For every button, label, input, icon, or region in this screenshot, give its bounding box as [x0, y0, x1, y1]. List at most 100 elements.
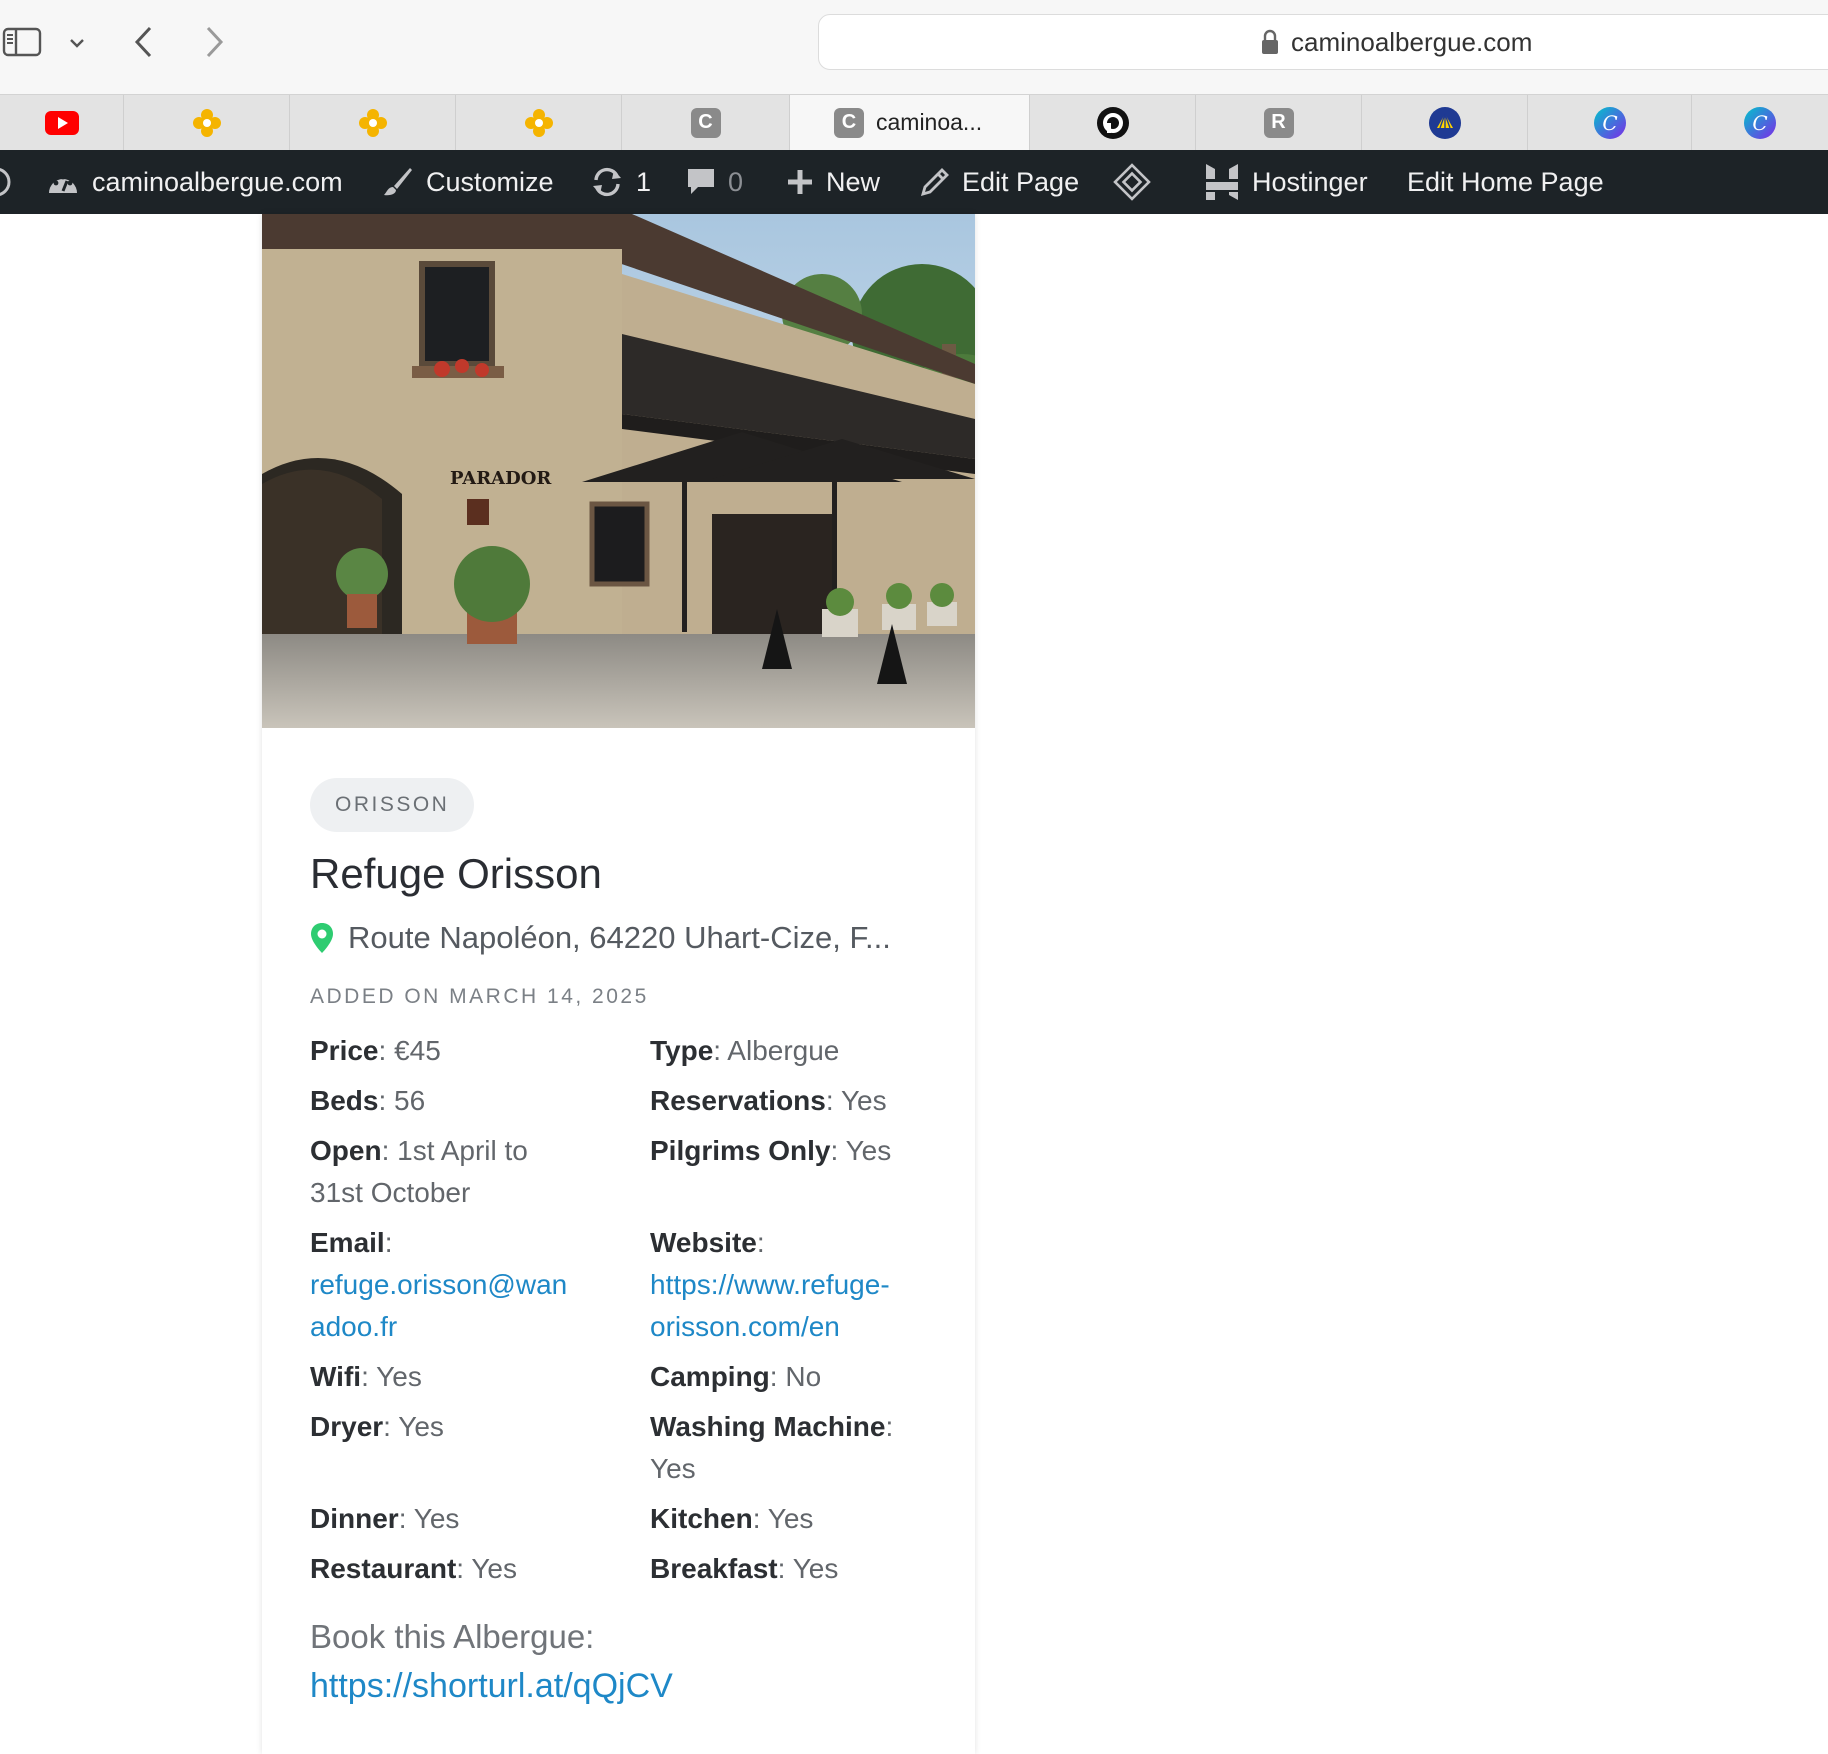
tab-flower-2[interactable]	[290, 95, 456, 150]
pilgrims-value: Yes	[845, 1135, 892, 1166]
address-row: Route Napoléon, 64220 Uhart-Cize, F...	[310, 920, 891, 956]
field-email: Email: refuge.orisson@wan adoo.fr	[310, 1227, 568, 1342]
edit-home-label: Edit Home Page	[1407, 166, 1604, 197]
tab-canva-1[interactable]: C	[1528, 95, 1692, 150]
restaurant-label: Restaurant	[310, 1553, 457, 1584]
edit-page-label: Edit Page	[962, 166, 1080, 197]
comments-count: 0	[728, 166, 744, 197]
tab-group-menu-button[interactable]	[62, 28, 92, 58]
updates-link[interactable]: 1	[590, 150, 651, 214]
website-label: Website	[650, 1227, 757, 1258]
forward-button[interactable]	[196, 20, 232, 64]
field-breakfast: Breakfast: Yes	[650, 1553, 839, 1584]
tab-flower-1[interactable]	[124, 95, 290, 150]
pilgrims-label: Pilgrims Only	[650, 1135, 831, 1166]
tab-scallop[interactable]	[1362, 95, 1528, 150]
field-pilgrims-only: Pilgrims Only: Yes	[650, 1135, 892, 1166]
hostinger-icon	[1206, 164, 1238, 200]
dryer-label: Dryer	[310, 1411, 384, 1442]
hostinger-link[interactable]: Hostinger	[1204, 150, 1368, 214]
updates-count: 1	[636, 166, 652, 197]
field-website: Website: https://www.refuge-orisson.com/…	[650, 1227, 890, 1342]
yellow-flower-icon	[524, 108, 553, 137]
site-name: caminoalbergue.com	[92, 166, 343, 197]
field-beds: Beds: 56	[310, 1085, 426, 1116]
field-reservations: Reservations: Yes	[650, 1085, 887, 1116]
refresh-icon	[593, 167, 621, 197]
field-washing-machine: Washing Machine: Yes	[650, 1411, 894, 1484]
tab-youtube[interactable]	[0, 95, 124, 150]
plugin-diamond-button[interactable]	[1112, 150, 1152, 214]
c-icon: C	[834, 107, 864, 138]
sidebar-toggle-button[interactable]	[0, 22, 44, 62]
breakfast-value: Yes	[792, 1553, 839, 1584]
reservations-value: Yes	[840, 1085, 887, 1116]
book-link[interactable]: https://shorturl.at/qQjCV	[310, 1664, 673, 1708]
tab-title: caminoa...	[876, 109, 983, 135]
tab-bar: C C caminoa... R C C	[0, 94, 1828, 150]
address-text: Route Napoléon, 64220 Uhart-Cize, F...	[348, 920, 891, 955]
plus-icon	[788, 170, 812, 194]
location-tag[interactable]: ORISSON	[310, 778, 475, 832]
kitchen-label: Kitchen	[650, 1503, 753, 1534]
svg-text:C: C	[1752, 111, 1767, 135]
camping-value: No	[785, 1361, 822, 1392]
field-type: Type: Albergue	[650, 1035, 840, 1066]
wifi-label: Wifi	[310, 1361, 362, 1392]
back-button[interactable]	[126, 20, 162, 64]
field-dinner: Dinner: Yes	[310, 1503, 460, 1534]
diamond-icon	[1113, 163, 1151, 201]
tab-canva-2[interactable]: C	[1692, 95, 1828, 150]
beds-value: 56	[394, 1085, 426, 1116]
new-content-link[interactable]: New	[786, 150, 880, 214]
reservations-label: Reservations	[650, 1085, 826, 1116]
washing-label: Washing Machine	[650, 1411, 886, 1442]
dryer-value: Yes	[398, 1411, 444, 1442]
albergue-photo-image: PARADOR	[262, 214, 975, 728]
canva-icon: C	[1593, 106, 1626, 139]
address-bar[interactable]: caminoalbergue.com	[818, 14, 1828, 70]
tab-circle-logo[interactable]	[1030, 95, 1196, 150]
book-label: Book this Albergue:	[310, 1618, 595, 1655]
wp-logo-button[interactable]	[0, 150, 14, 214]
added-date: ADDED ON MARCH 14, 2025	[310, 985, 649, 1008]
comment-icon	[688, 169, 714, 194]
tab-c[interactable]: C	[622, 95, 790, 150]
field-restaurant: Restaurant: Yes	[310, 1553, 518, 1584]
breakfast-label: Breakfast	[650, 1553, 778, 1584]
albergue-photo[interactable]: PARADOR	[262, 214, 975, 728]
open-label: Open	[310, 1135, 382, 1166]
website-link[interactable]: https://www.refuge-orisson.com/en	[650, 1269, 890, 1342]
dinner-label: Dinner	[310, 1503, 399, 1534]
tab-r[interactable]: R	[1196, 95, 1362, 150]
customize-label: Customize	[426, 166, 554, 197]
paintbrush-icon	[384, 168, 412, 196]
site-name-link[interactable]: caminoalbergue.com	[46, 150, 343, 214]
r-icon: R	[1263, 107, 1294, 138]
wordpress-icon	[0, 168, 11, 196]
edit-home-page-link[interactable]: Edit Home Page	[1407, 150, 1604, 214]
chevron-right-icon	[206, 26, 224, 58]
chevron-down-icon	[70, 39, 84, 48]
url-text: caminoalbergue.com	[1291, 26, 1533, 57]
open-value-1: 1st April to	[397, 1135, 528, 1166]
comments-link[interactable]: 0	[686, 150, 743, 214]
field-price: Price: €45	[310, 1035, 441, 1066]
tab-caminoalbergue-active[interactable]: C caminoa...	[790, 95, 1030, 150]
svg-text:PARADOR: PARADOR	[450, 468, 552, 489]
hostinger-label: Hostinger	[1252, 166, 1368, 197]
email-link[interactable]: refuge.orisson@wan adoo.fr	[310, 1269, 567, 1342]
canva-icon: C	[1744, 106, 1776, 139]
edit-page-link[interactable]: Edit Page	[920, 150, 1079, 214]
type-value: Albergue	[727, 1035, 840, 1066]
pencil-icon	[920, 168, 949, 197]
open-value-2: 31st October	[310, 1177, 471, 1208]
customize-link[interactable]: Customize	[382, 150, 554, 214]
type-label: Type	[650, 1035, 714, 1066]
new-label: New	[826, 166, 881, 197]
tab-flower-3[interactable]	[456, 95, 622, 150]
sidebar-icon	[2, 27, 42, 57]
price-value: €45	[394, 1035, 441, 1066]
wifi-value: Yes	[376, 1361, 422, 1392]
yellow-flower-icon	[192, 108, 221, 137]
